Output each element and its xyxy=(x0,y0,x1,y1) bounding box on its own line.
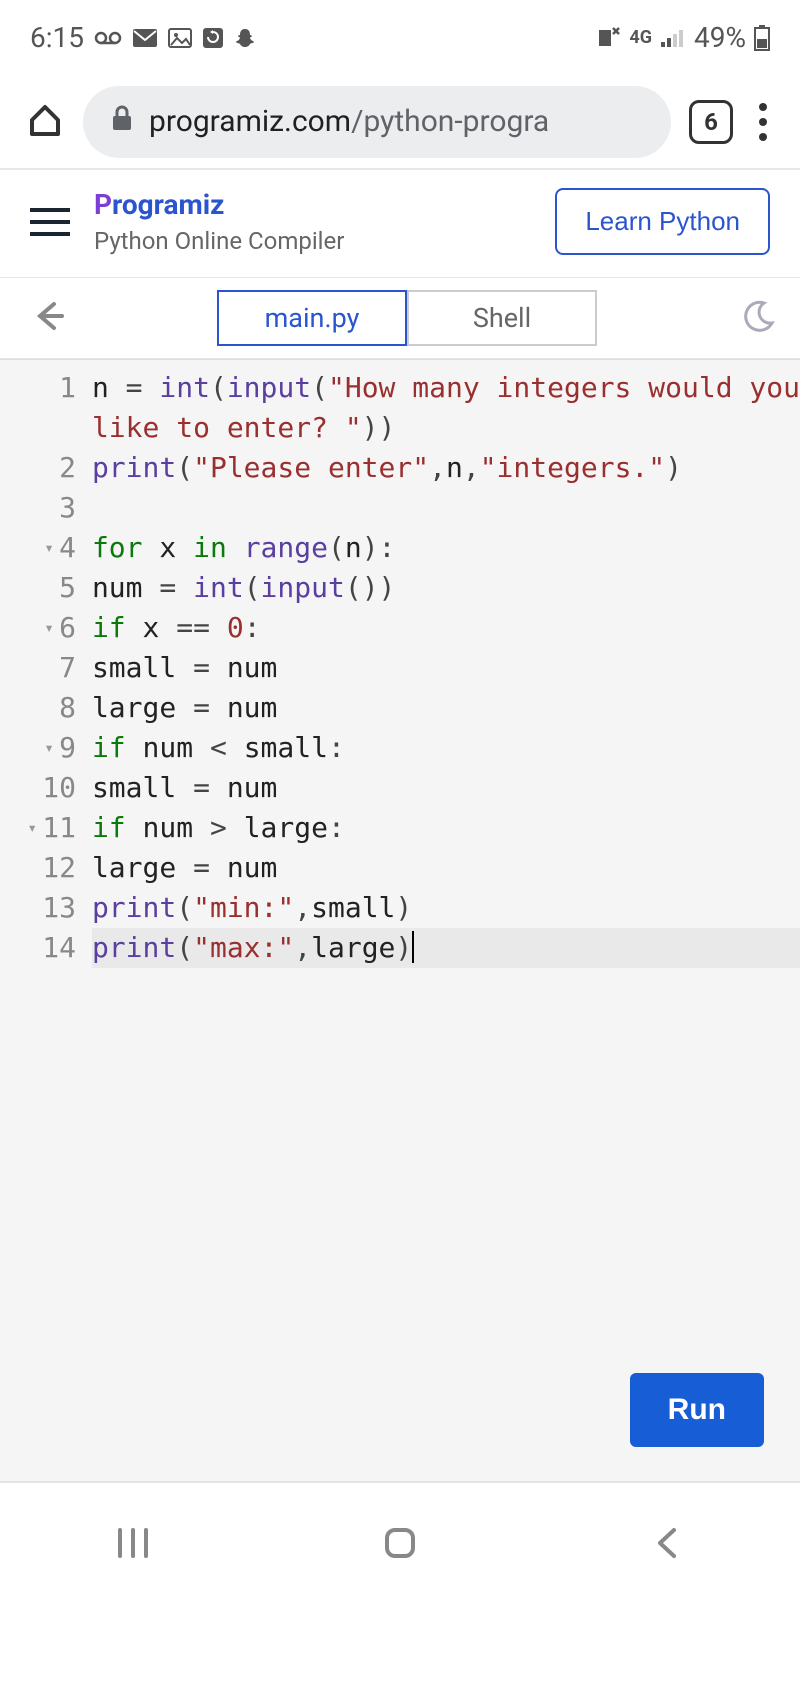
browser-chrome-bar: programiz.com/python-progra 6 xyxy=(0,75,800,170)
brand-logo[interactable]: Programiz xyxy=(94,188,531,221)
code-line: if x == 0: xyxy=(92,608,800,648)
code-line: if num > large: xyxy=(92,808,800,848)
voicemail-icon xyxy=(94,28,122,48)
code-line xyxy=(92,488,800,528)
vibrate-icon xyxy=(595,26,621,50)
hamburger-menu-icon[interactable] xyxy=(30,208,70,236)
battery-icon xyxy=(754,25,770,51)
status-time: 6:15 xyxy=(30,21,84,54)
code-line: large = num xyxy=(92,688,800,728)
tab-count-button[interactable]: 6 xyxy=(689,100,733,144)
code-line: small = num xyxy=(92,768,800,808)
brand-subtitle: Python Online Compiler xyxy=(94,227,531,255)
update-icon xyxy=(202,27,224,49)
code-line: num = int(input()) xyxy=(92,568,800,608)
code-line: print("min:",small) xyxy=(92,888,800,928)
lock-icon xyxy=(111,104,133,139)
browser-home-icon[interactable] xyxy=(25,100,65,144)
brand: Programiz Python Online Compiler xyxy=(94,188,531,255)
editor-tabs-row: main.py Shell xyxy=(0,278,800,359)
back-arrow-icon[interactable] xyxy=(22,290,74,346)
editor-code-area[interactable]: n = int(input("How many integers would y… xyxy=(86,360,800,1481)
status-left: 6:15 xyxy=(30,21,256,54)
android-back-button[interactable] xyxy=(607,1513,727,1573)
tab-shell[interactable]: Shell xyxy=(407,290,597,346)
code-editor[interactable]: ▾1 ▾ ▾2 ▾3 ▾4 ▾5 ▾6 ▾7 ▾8 ▾9 ▾10 ▾11 ▾12… xyxy=(0,359,800,1481)
code-line: large = num xyxy=(92,848,800,888)
code-line: n = int(input("How many integers would y… xyxy=(92,368,800,408)
text-cursor xyxy=(412,931,414,963)
android-nav-bar xyxy=(0,1481,800,1603)
tab-main-py[interactable]: main.py xyxy=(217,290,407,346)
android-status-bar: 6:15 4G 49% xyxy=(0,0,800,75)
code-line: like to enter? ")) xyxy=(92,408,800,448)
code-line: for x in range(n): xyxy=(92,528,800,568)
app-header: Programiz Python Online Compiler Learn P… xyxy=(0,170,800,278)
code-line: if num < small: xyxy=(92,728,800,768)
network-4g-icon: 4G xyxy=(629,27,652,48)
android-home-button[interactable] xyxy=(340,1513,460,1573)
tab-count-value: 6 xyxy=(704,108,718,136)
snapchat-icon xyxy=(234,27,256,49)
android-recent-apps-button[interactable] xyxy=(73,1513,193,1573)
signal-icon xyxy=(660,28,686,48)
url-text: programiz.com/python-progra xyxy=(149,104,549,139)
code-line: small = num xyxy=(92,648,800,688)
status-right: 4G 49% xyxy=(595,21,770,54)
learn-python-button[interactable]: Learn Python xyxy=(555,188,770,255)
image-icon xyxy=(168,28,192,48)
battery-percent: 49% xyxy=(694,21,746,54)
dark-mode-toggle-icon[interactable] xyxy=(740,297,778,339)
browser-overflow-menu[interactable] xyxy=(751,95,775,149)
code-line: print("max:",large) xyxy=(92,928,800,968)
editor-gutter: ▾1 ▾ ▾2 ▾3 ▾4 ▾5 ▾6 ▾7 ▾8 ▾9 ▾10 ▾11 ▾12… xyxy=(0,360,86,1481)
run-button[interactable]: Run xyxy=(630,1373,764,1447)
mail-icon xyxy=(132,28,158,48)
code-line: print("Please enter",n,"integers.") xyxy=(92,448,800,488)
editor-tabs: main.py Shell xyxy=(92,290,722,346)
url-bar[interactable]: programiz.com/python-progra xyxy=(83,86,671,158)
